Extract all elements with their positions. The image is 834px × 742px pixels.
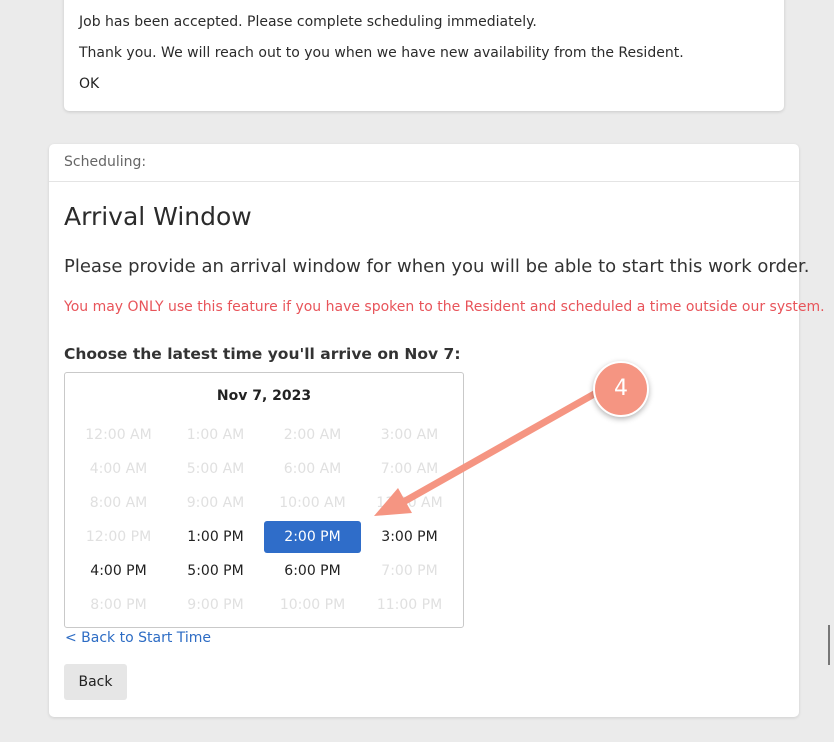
scheduling-card: Scheduling: Arrival Window Please provid… — [49, 144, 825, 717]
time-slot-7-00-am: 7:00 AM — [380, 461, 439, 477]
time-slot-4-00-am: 4:00 AM — [89, 461, 148, 477]
back-to-start-time-link[interactable]: < Back to Start Time — [65, 630, 211, 646]
time-slot-8-00-pm: 8:00 PM — [90, 597, 147, 613]
time-slot-10-00-am: 10:00 AM — [279, 495, 346, 511]
time-slot-4-00-pm[interactable]: 4:00 PM — [70, 555, 167, 587]
choose-time-label: Choose the latest time you'll arrive on … — [64, 345, 461, 363]
time-slot-5-00-pm[interactable]: 5:00 PM — [167, 555, 264, 587]
time-slot-1-00-am: 1:00 AM — [186, 427, 245, 443]
time-slot-2-00-am: 2:00 AM — [283, 427, 342, 443]
time-slot-6-00-pm[interactable]: 6:00 PM — [264, 555, 361, 587]
picker-date: Nov 7, 2023 — [216, 388, 312, 404]
step-number-badge: 4 — [593, 361, 649, 417]
time-slot-12-00-am: 12:00 AM — [85, 427, 152, 443]
time-slot-6-00-am: 6:00 AM — [283, 461, 342, 477]
ok-button[interactable]: OK — [79, 76, 99, 92]
time-slot-11-00-am: 11:00 AM — [376, 495, 443, 511]
scrollbar-edge — [828, 625, 830, 665]
time-slot-9-00-pm: 9:00 PM — [187, 597, 244, 613]
time-picker: Nov 7, 2023 12:00 AM 1:00 AM 2:00 AM 3:00 A… — [64, 372, 464, 628]
notice-thank-you-text: Thank you. We will reach out to you when… — [79, 45, 684, 61]
warning-text: You may ONLY use this feature if you hav… — [64, 299, 825, 315]
time-slot-7-00-pm: 7:00 PM — [381, 563, 438, 579]
time-slot-2-00-pm[interactable]: 2:00 PM — [264, 521, 361, 553]
arrival-description: Please provide an arrival window for whe… — [64, 256, 810, 277]
time-slot-10-00-pm: 10:00 PM — [279, 597, 346, 613]
time-slot-8-00-am: 8:00 AM — [89, 495, 148, 511]
time-slot-3-00-pm[interactable]: 3:00 PM — [361, 521, 458, 553]
page-title: Arrival Window — [64, 202, 252, 231]
notice-card: Job has been accepted. Please complete s… — [64, 0, 784, 111]
notice-accepted-text: Job has been accepted. Please complete s… — [79, 14, 537, 30]
time-slot-3-00-am: 3:00 AM — [380, 427, 439, 443]
time-slot-1-00-pm[interactable]: 1:00 PM — [167, 521, 264, 553]
time-slot-9-00-am: 9:00 AM — [186, 495, 245, 511]
time-slot-12-00-pm: 12:00 PM — [85, 529, 152, 545]
back-button[interactable]: Back — [64, 664, 127, 700]
time-slot-5-00-am: 5:00 AM — [186, 461, 245, 477]
time-slot-11-00-pm: 11:00 PM — [376, 597, 443, 613]
scheduling-header: Scheduling: — [49, 144, 799, 182]
